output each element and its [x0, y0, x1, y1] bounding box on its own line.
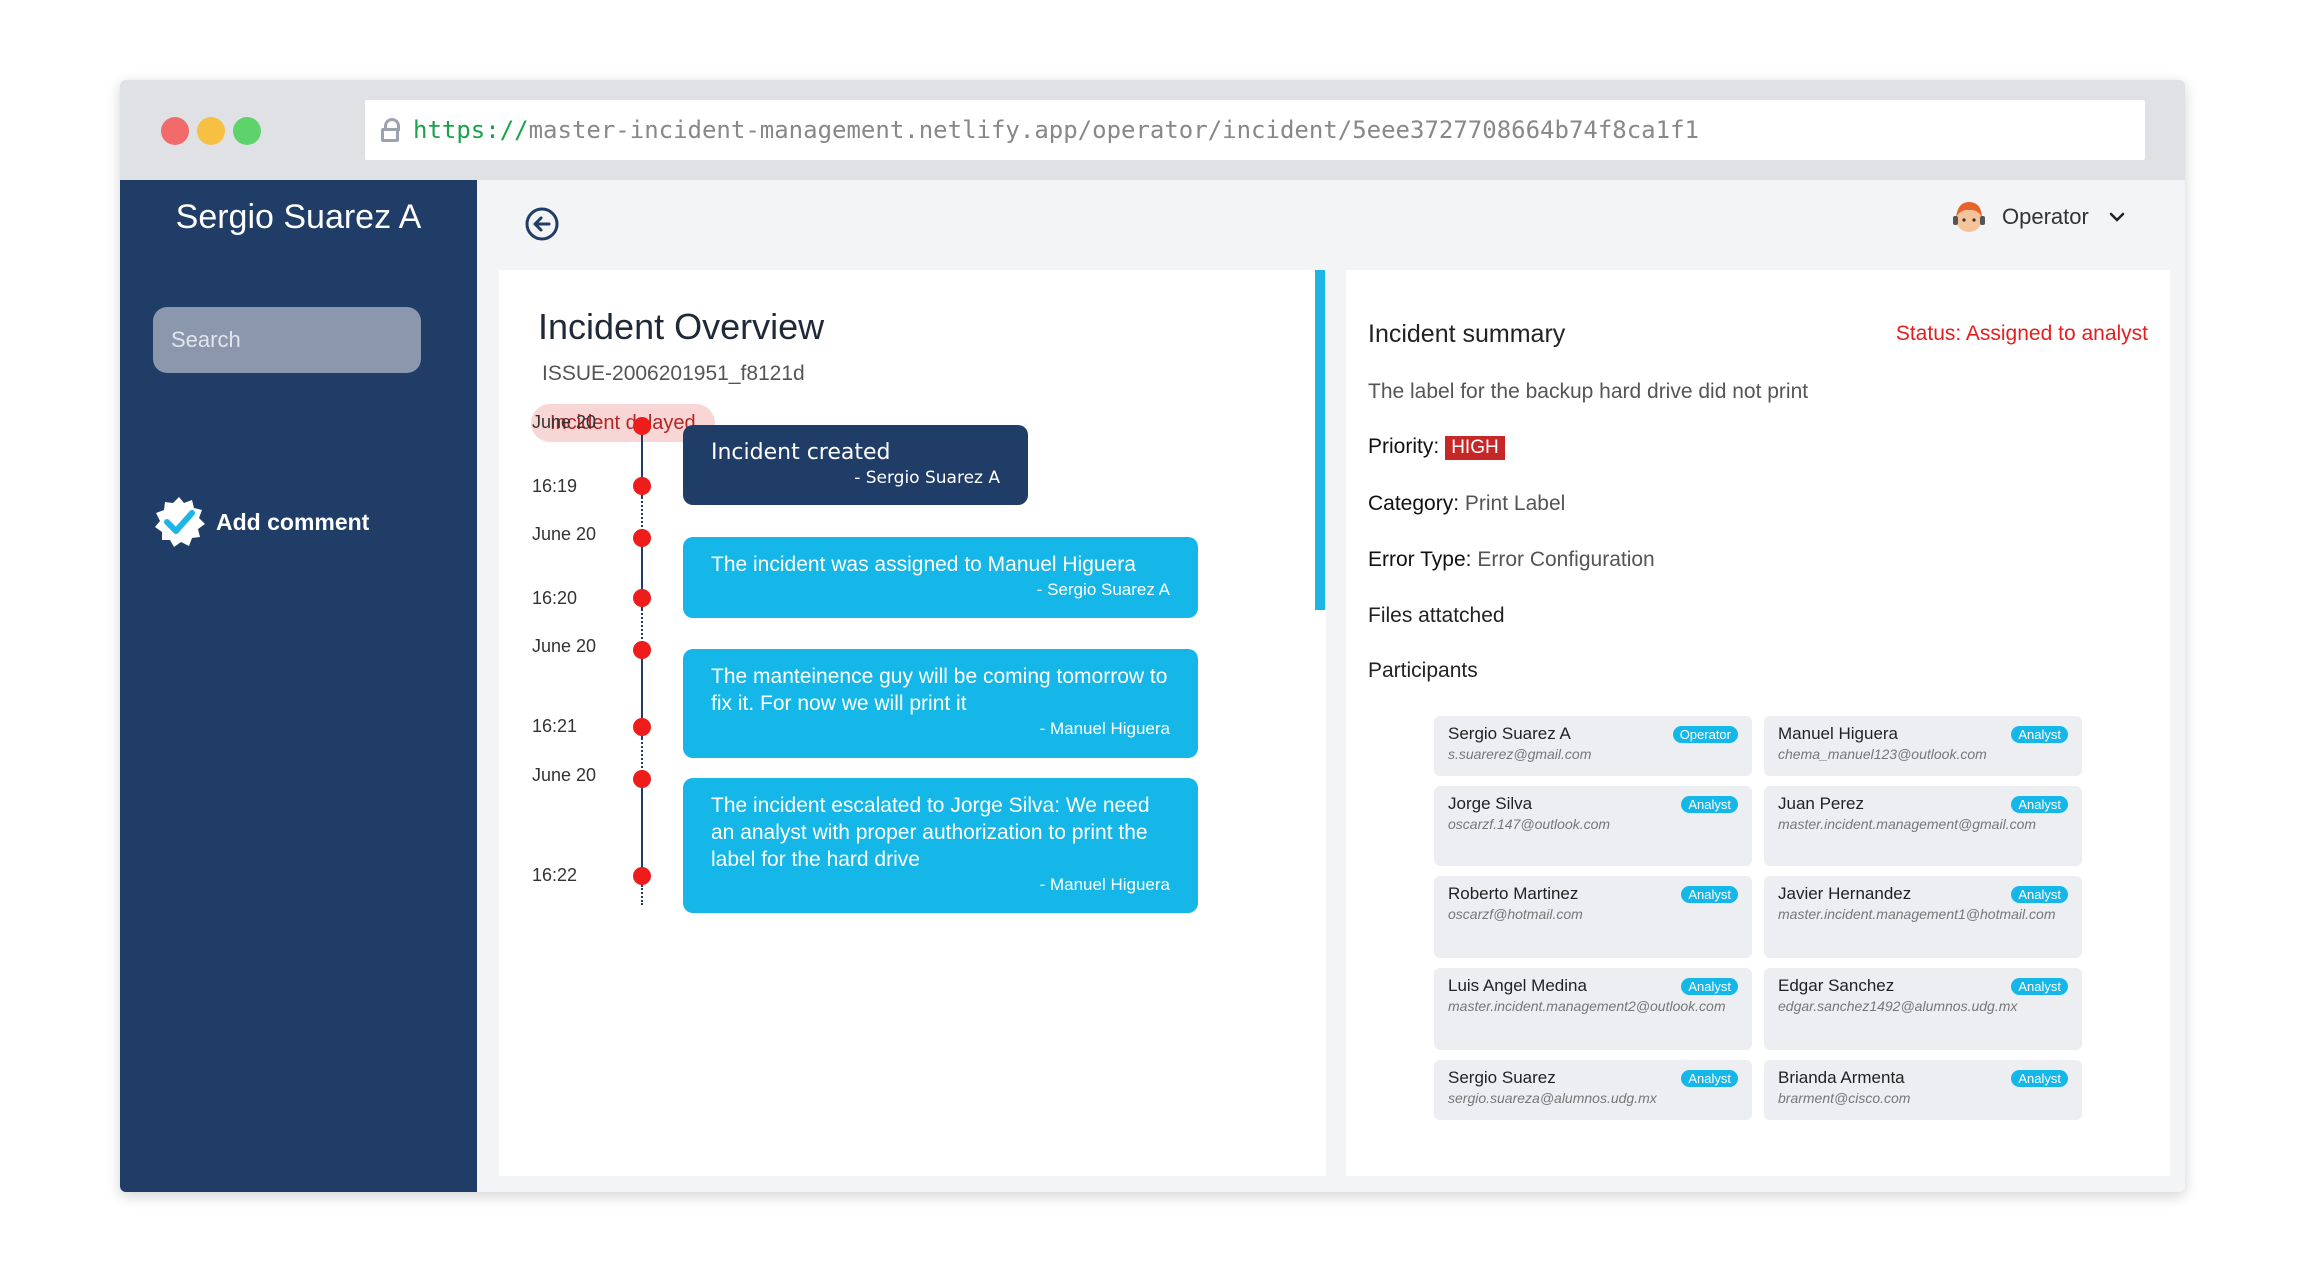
role-badge: Operator — [1672, 726, 1738, 743]
browser-window: https://master-incident-management.netli… — [120, 80, 2185, 1192]
event-author: - Sergio Suarez A — [1036, 580, 1170, 599]
timeline-date: June 20 — [532, 412, 597, 432]
participant-email: oscarzf.147@outlook.com — [1448, 816, 1611, 832]
summary-title: Incident summary — [1368, 320, 1566, 348]
event-author: - Sergio Suarez A — [854, 468, 1000, 488]
participant-card[interactable]: Luis Angel Medina master.incident.manage… — [1434, 968, 1752, 1050]
timeline-dot — [633, 867, 651, 885]
timeline-date: June 20 — [532, 524, 597, 544]
scrollbar[interactable] — [1315, 270, 1325, 610]
participant-email: s.suarerez@gmail.com — [1448, 746, 1592, 762]
timeline-date: June 20 — [532, 765, 597, 785]
url-text[interactable]: https://master-incident-management.netli… — [413, 116, 1699, 144]
minimize-window-button[interactable] — [197, 117, 225, 145]
participant-email: master.incident.management@gmail.com — [1778, 816, 2037, 832]
add-comment-label: Add comment — [216, 508, 370, 535]
event-message: The incident escalated to Jorge Silva: W… — [711, 794, 1150, 871]
error-type-value: Error Configuration — [1477, 548, 1655, 571]
category-label: Category: — [1368, 492, 1460, 515]
role-badge: Analyst — [2011, 886, 2068, 903]
role-badge: Analyst — [1681, 1070, 1738, 1087]
lock-icon — [379, 116, 403, 144]
timeline-time: 16:20 — [532, 588, 578, 608]
participant-card[interactable]: Edgar Sanchez edgar.sanchez1492@alumnos.… — [1764, 968, 2082, 1050]
role-badge: Analyst — [2011, 978, 2068, 995]
participant-email: oscarzf@hotmail.com — [1448, 906, 1583, 922]
timeline-event-card: The incident was assigned to Manuel Higu… — [683, 537, 1198, 618]
files-attached-label[interactable]: Files attatched — [1368, 604, 1505, 628]
timeline-dot — [633, 718, 651, 736]
participant-card[interactable]: Sergio Suarez sergio.suareza@alumnos.udg… — [1434, 1060, 1752, 1120]
incident-summary-panel: Incident summary Status: Assigned to ana… — [1346, 270, 2170, 1176]
timeline-time: 16:21 — [532, 716, 578, 736]
incident-overview-panel: Incident Overview ISSUE-2006201951_f8121… — [499, 270, 1326, 1176]
participant-card[interactable]: Manuel Higuera chema_manuel123@outlook.c… — [1764, 716, 2082, 776]
timeline-dot — [633, 529, 651, 547]
sidebar: Sergio Suarez A Add comment — [120, 180, 477, 1192]
timeline-dot — [633, 589, 651, 607]
timeline-dot — [633, 641, 651, 659]
participant-email: chema_manuel123@outlook.com — [1778, 746, 1987, 762]
participant-email: brarment@cisco.com — [1778, 1090, 1911, 1106]
role-badge: Analyst — [2011, 796, 2068, 813]
participant-card[interactable]: Javier Hernandez master.incident.managem… — [1764, 876, 2082, 958]
add-comment-button[interactable]: Add comment — [152, 495, 369, 549]
event-message: Incident created — [711, 440, 891, 465]
participant-email: master.incident.management2@outlook.com — [1448, 998, 1726, 1014]
timeline-connector — [641, 885, 643, 905]
priority-label: Priority: — [1368, 435, 1440, 458]
participant-email: sergio.suareza@alumnos.udg.mx — [1448, 1090, 1657, 1106]
role-badge: Analyst — [2011, 1070, 2068, 1087]
timeline-event-card: The manteinence guy will be coming tomor… — [683, 649, 1198, 758]
close-window-button[interactable] — [161, 117, 189, 145]
url-protocol: https:// — [413, 116, 529, 144]
event-message: The incident was assigned to Manuel Higu… — [711, 553, 1136, 576]
role-badge: Analyst — [1681, 796, 1738, 813]
priority-field: Priority: HIGH — [1368, 435, 1505, 460]
category-field: Category: Print Label — [1368, 492, 1565, 516]
error-type-field: Error Type: Error Configuration — [1368, 548, 1655, 572]
maximize-window-button[interactable] — [233, 117, 261, 145]
timeline-dot — [633, 770, 651, 788]
timeline-event-card: Incident created - Sergio Suarez A — [683, 425, 1028, 505]
browser-titlebar: https://master-incident-management.netli… — [120, 80, 2185, 180]
status-label: Status: Assigned to analyst — [1895, 322, 2148, 345]
role-badge: Analyst — [1681, 886, 1738, 903]
role-badge: Analyst — [1681, 978, 1738, 995]
url-path: master-incident-management.netlify.app/o… — [528, 116, 1699, 144]
operator-avatar-icon — [1953, 202, 1985, 232]
error-type-label: Error Type: — [1368, 548, 1472, 571]
back-arrow-icon[interactable] — [524, 206, 560, 242]
timeline-dot — [633, 417, 651, 435]
timeline-date: June 20 — [532, 636, 597, 656]
address-bar[interactable]: https://master-incident-management.netli… — [365, 100, 2145, 160]
event-author: - Manuel Higuera — [1039, 875, 1170, 894]
role-badge: Analyst — [2011, 726, 2068, 743]
participant-card[interactable]: Jorge Silva oscarzf.147@outlook.com Anal… — [1434, 786, 1752, 866]
participant-card[interactable]: Brianda Armenta brarment@cisco.com Analy… — [1764, 1060, 2082, 1120]
sidebar-user-name: Sergio Suarez A — [175, 198, 422, 236]
user-menu[interactable]: Operator — [1950, 198, 2125, 236]
incident-description: The label for the backup hard drive did … — [1368, 380, 1809, 403]
participants-label: Participants — [1368, 659, 1478, 682]
participant-card[interactable]: Juan Perez master.incident.management@gm… — [1764, 786, 2082, 866]
participant-email: edgar.sanchez1492@alumnos.udg.mx — [1778, 998, 2018, 1014]
user-role-label: Operator — [2002, 204, 2089, 229]
event-author: - Manuel Higuera — [1039, 719, 1170, 738]
participant-card[interactable]: Sergio Suarez A s.suarerez@gmail.com Ope… — [1434, 716, 1752, 776]
timeline-dot — [633, 477, 651, 495]
participant-email: master.incident.management1@hotmail.com — [1778, 906, 2056, 922]
page-title: Incident Overview — [538, 306, 825, 347]
event-message: The manteinence guy will be coming tomor… — [711, 665, 1168, 715]
timeline-time: 16:22 — [532, 865, 578, 885]
verified-badge-icon — [155, 497, 205, 547]
category-value: Print Label — [1464, 492, 1566, 515]
timeline-event-card: The incident escalated to Jorge Silva: W… — [683, 778, 1198, 913]
chevron-down-icon[interactable] — [2109, 212, 2125, 222]
priority-badge: HIGH — [1445, 436, 1505, 460]
participant-card[interactable]: Roberto Martinez oscarzf@hotmail.com Ana… — [1434, 876, 1752, 958]
search-input[interactable] — [153, 307, 421, 373]
issue-id: ISSUE-2006201951_f8121d — [542, 362, 805, 385]
timeline-time: 16:19 — [532, 476, 578, 496]
